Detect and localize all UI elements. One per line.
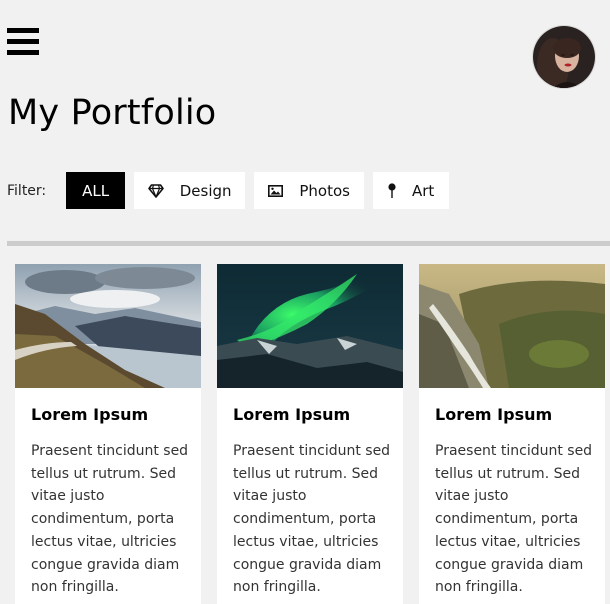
menu-line <box>7 28 39 33</box>
northern-lights-photo <box>217 264 403 388</box>
portfolio-card[interactable]: Lorem Ipsum Praesent tincidunt sed tellu… <box>217 264 403 604</box>
portfolio-card[interactable]: Lorem Ipsum Praesent tincidunt sed tellu… <box>419 264 605 604</box>
card-title: Lorem Ipsum <box>435 405 553 424</box>
card-title: Lorem Ipsum <box>31 405 149 424</box>
filter-art-button[interactable]: Art <box>373 172 450 209</box>
filter-photos-label: Photos <box>299 181 350 200</box>
portfolio-page: My Portfolio Filter: ALL Design Photos A… <box>0 0 610 604</box>
filter-all-label: ALL <box>82 181 110 200</box>
menu-line <box>7 50 39 55</box>
menu-line <box>7 39 39 44</box>
photo-icon <box>268 184 284 197</box>
divider <box>7 241 610 246</box>
mountain-lake-photo <box>15 264 201 388</box>
card-title: Lorem Ipsum <box>233 405 351 424</box>
filter-label: Filter: <box>7 182 47 199</box>
filter-photos-button[interactable]: Photos <box>254 172 365 209</box>
diamond-icon <box>147 183 164 198</box>
filter-all-button[interactable]: ALL <box>66 172 126 209</box>
filter-design-button[interactable]: Design <box>134 172 246 209</box>
filter-bar: Filter: ALL Design Photos Art <box>7 172 458 209</box>
filter-art-label: Art <box>412 181 435 200</box>
portfolio-card[interactable]: Lorem Ipsum Praesent tincidunt sed tellu… <box>15 264 201 604</box>
user-avatar[interactable] <box>532 25 596 89</box>
card-text: Praesent tincidunt sed tellus ut rutrum.… <box>31 443 189 596</box>
card-text: Praesent tincidunt sed tellus ut rutrum.… <box>233 443 391 596</box>
page-title: My Portfolio <box>8 93 217 133</box>
hamburger-menu-icon[interactable] <box>7 28 39 56</box>
card-text: Praesent tincidunt sed tellus ut rutrum.… <box>435 443 593 596</box>
map-pin-icon <box>388 182 396 199</box>
waterfall-valley-photo <box>419 264 605 388</box>
filter-design-label: Design <box>179 181 232 200</box>
